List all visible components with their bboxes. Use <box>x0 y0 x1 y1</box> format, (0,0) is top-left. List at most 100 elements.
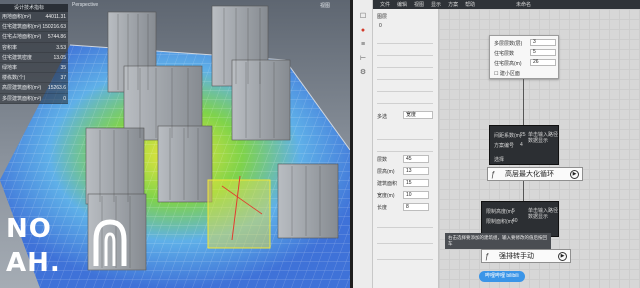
prop-field-input[interactable]: 45 <box>403 155 429 163</box>
component-max-height-loop[interactable]: ƒ 高层最大化循环 ▶ <box>487 167 583 181</box>
checkbox-label: 建小区面 <box>499 71 520 77</box>
dark-node-2[interactable]: 限制高度(m) 5 限制面积(m) 40 单击输入路径 数据显示 <box>481 201 559 237</box>
menu-file[interactable]: 文件 <box>380 1 390 8</box>
dn1-footer[interactable]: 选择 <box>494 156 504 163</box>
node-canvas[interactable]: 多层层数(层) 3 住宅层数 5 住宅层高(m) 26 ☐ 建小区面 间距系数(m) 25 方… <box>439 9 640 288</box>
stats-panel: 设计技术指标 用地面积(m²) 44011.31 住宅建筑面积(m²) 150216.… <box>0 4 68 104</box>
play-icon[interactable]: ▶ <box>570 170 579 179</box>
mode-label: 多选 <box>377 114 388 120</box>
prop-field-label: 长度 <box>377 205 388 211</box>
select-icon[interactable]: ☐ <box>357 12 369 22</box>
stats-row: 用地面积(m²) 44011.31 <box>0 12 68 23</box>
bilibili-badge: 哔哩哔哩 bilibili <box>479 271 525 282</box>
stats-label: 绿地率 <box>2 64 18 71</box>
prop-divider <box>377 221 433 228</box>
dark-node-1[interactable]: 间距系数(m) 25 方案编号 4 单击输入路径 数据显示 选择 <box>489 125 559 165</box>
stats-label: 住宅建筑面积(m²) <box>2 24 42 31</box>
checkbox-row[interactable]: ☐ 建小区面 <box>494 70 520 77</box>
viewport-menu[interactable]: 视图 <box>320 2 330 9</box>
stats-value: 13.05 <box>53 54 66 61</box>
function-icon: ƒ <box>491 169 496 179</box>
layers-icon[interactable]: ≡ <box>357 40 369 50</box>
dark-node-label: 限制面积(m) <box>486 219 514 225</box>
prop-field-label: 建筑面积 <box>377 181 398 187</box>
stats-row: 高层建筑面积(m²) 15263.6 <box>0 83 68 94</box>
stats-value: 3.53 <box>56 44 66 51</box>
stats-value: 15263.6 <box>47 85 66 92</box>
wire <box>523 79 524 125</box>
mode-select[interactable]: 宽度 <box>403 111 433 119</box>
prop-divider <box>377 85 433 92</box>
prop-divider <box>377 237 433 244</box>
prop-divider <box>377 49 433 56</box>
prop-field-input[interactable]: 8 <box>403 203 429 211</box>
settings-icon[interactable]: ⚙ <box>357 68 369 78</box>
param-value[interactable]: 26 <box>530 59 556 66</box>
stats-label: 住宅建筑密度 <box>2 54 33 61</box>
prop-divider <box>377 133 433 140</box>
stats-label: 用地面积(m²) <box>2 14 32 20</box>
prop-field-input[interactable]: 15 <box>403 179 429 187</box>
stats-value: 37 <box>60 75 66 82</box>
dark-node-value[interactable]: 5 <box>512 208 515 214</box>
param-label: 住宅层高(m) <box>494 61 522 67</box>
tree-icon[interactable]: ⊢ <box>357 54 369 64</box>
record-icon[interactable]: ● <box>357 26 369 36</box>
menu-display[interactable]: 显示 <box>431 1 441 8</box>
menu-view[interactable]: 视图 <box>414 1 424 8</box>
prop-field-input[interactable]: 10 <box>403 191 429 199</box>
stats-header: 设计技术指标 <box>0 4 68 12</box>
stats-row: 多层建筑面积(m²) 0 <box>0 94 68 104</box>
prop-field-label: 层高(m) <box>377 169 395 175</box>
stats-row: 绿地率 35 <box>0 63 68 74</box>
prop-field-label: 宽度(m) <box>377 193 395 199</box>
prop-divider <box>377 97 433 104</box>
layer-label: 图层 <box>377 14 388 20</box>
play-icon[interactable]: ▶ <box>558 252 567 261</box>
viewport-label[interactable]: Perspective <box>72 2 98 8</box>
comp-1-label: 高层最大化循环 <box>505 171 554 178</box>
param-value[interactable]: 3 <box>530 39 556 46</box>
logo-line-1: NO <box>6 214 52 244</box>
dark-node-value[interactable]: 4 <box>520 142 523 148</box>
layer-index: 0 <box>379 23 382 29</box>
tooltip: 右击选择要添加的建筑组，输入要修改的值后按回车 <box>445 233 551 249</box>
menu-bar: 文件 编辑 视图 显示 方案 帮助 未命名 <box>373 0 640 9</box>
stats-row: 住宅建筑密度 13.05 <box>0 53 68 63</box>
stats-value: 5744.86 <box>47 34 66 41</box>
dark-node-value[interactable]: 25 <box>520 132 526 138</box>
document-title: 未命名 <box>516 2 532 8</box>
stats-value: 35 <box>60 64 66 71</box>
prop-field-label: 层数 <box>377 157 388 163</box>
menu-scheme[interactable]: 方案 <box>448 1 458 8</box>
stats-row: 容积率 3.53 <box>0 43 68 53</box>
param-value[interactable]: 5 <box>530 49 556 56</box>
stats-label: 多层建筑面积(m²) <box>2 95 42 102</box>
param-node[interactable]: 多层层数(层) 3 住宅层数 5 住宅层高(m) 26 ☐ 建小区面 <box>489 35 559 79</box>
stats-value: 0 <box>63 95 66 102</box>
param-label: 住宅层数 <box>494 51 515 57</box>
dark-node-label: 间距系数(m) <box>494 133 522 139</box>
watermark-logo: NO AH. <box>6 214 134 280</box>
3d-viewport[interactable]: Perspective 视图 设计技术指标 用地面积(m²) 44011.31 住宅… <box>0 0 350 288</box>
prop-divider <box>377 253 433 260</box>
stats-value: 44011.31 <box>45 14 66 20</box>
prop-divider <box>377 145 433 152</box>
dn1-hint: 单击输入路径 数据显示 <box>528 132 559 144</box>
stats-row: 楼栋数(个) 37 <box>0 73 68 84</box>
function-icon: ƒ <box>485 251 490 261</box>
dn2-hint: 单击输入路径 数据显示 <box>528 208 559 220</box>
dark-node-value[interactable]: 40 <box>512 218 518 224</box>
logo-line-2: AH. <box>6 248 61 278</box>
side-toolbar: ☐ ● ≡ ⊢ ⚙ <box>353 0 373 288</box>
component-to-manual[interactable]: ƒ 强排转手动 ▶ <box>481 249 571 263</box>
dark-node-label: 限制高度(m) <box>486 209 514 215</box>
menu-edit[interactable]: 编辑 <box>397 1 407 8</box>
prop-field-input[interactable]: 13 <box>403 167 429 175</box>
logo-mark-icon <box>93 219 127 266</box>
stats-label: 楼栋数(个) <box>2 75 26 82</box>
dark-node-label: 方案编号 <box>494 143 515 149</box>
menu-help[interactable]: 帮助 <box>465 1 475 8</box>
stats-label: 容积率 <box>2 44 18 51</box>
prop-divider <box>377 73 433 80</box>
